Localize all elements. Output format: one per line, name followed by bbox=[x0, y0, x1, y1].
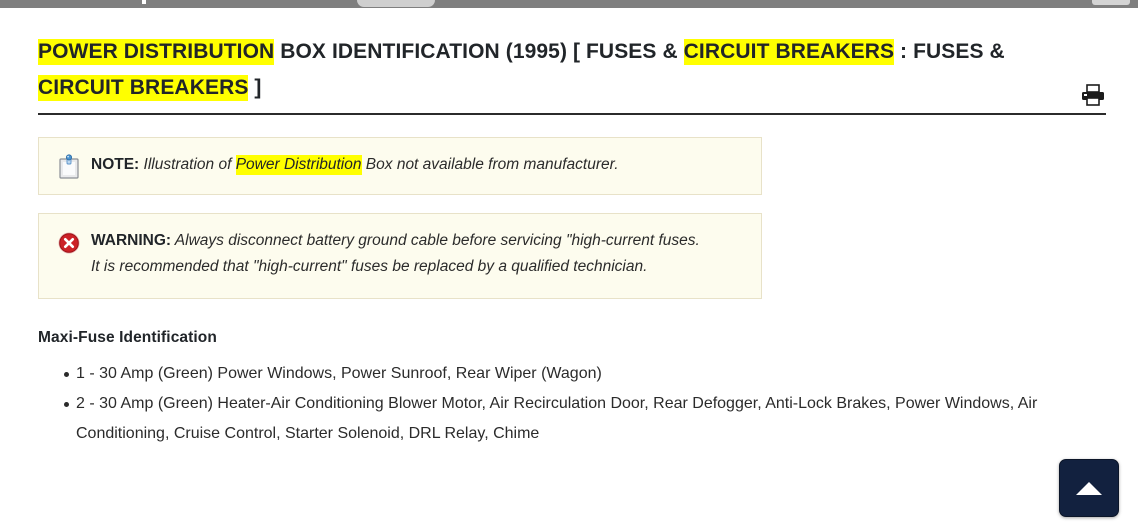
note-callout-inner: NOTE: Illustration of Power Distribution… bbox=[57, 152, 743, 180]
note-clipboard-icon bbox=[59, 154, 79, 179]
browser-chrome-bar bbox=[0, 0, 1138, 8]
browser-tab-notch bbox=[142, 0, 146, 4]
warning-text: WARNING: Always disconnect battery groun… bbox=[91, 228, 711, 280]
title-highlight-power-distribution: POWER DISTRIBUTION bbox=[38, 39, 275, 65]
title-text-3: ] bbox=[248, 76, 262, 99]
section-heading: Maxi-Fuse Identification bbox=[38, 329, 217, 346]
warning-callout-inner: WARNING: Always disconnect battery groun… bbox=[57, 228, 743, 280]
note-text-2: Box not available from manufacturer. bbox=[361, 156, 619, 173]
title-highlight-circuit-breakers-1: CIRCUIT BREAKERS bbox=[683, 39, 895, 65]
warning-label: WARNING: bbox=[91, 232, 172, 249]
note-text: NOTE: Illustration of Power Distribution… bbox=[91, 152, 619, 178]
page-title: POWER DISTRIBUTION BOX IDENTIFICATION (1… bbox=[38, 34, 1106, 106]
title-highlight-circuit-breakers-2: CIRCUIT BREAKERS bbox=[38, 75, 249, 101]
warning-callout: WARNING: Always disconnect battery groun… bbox=[38, 213, 762, 299]
note-text-1: Illustration of bbox=[139, 156, 236, 173]
content-wrapper: POWER DISTRIBUTION BOX IDENTIFICATION (1… bbox=[0, 8, 1138, 449]
list-item: 1 - 30 Amp (Green) Power Windows, Power … bbox=[64, 359, 1106, 389]
arrow-up-icon bbox=[1076, 481, 1102, 495]
warning-body: Always disconnect battery ground cable b… bbox=[91, 232, 700, 275]
note-highlight-power-distribution: Power Distribution bbox=[235, 155, 362, 175]
title-text-1: BOX IDENTIFICATION (1995) [ FUSES & bbox=[274, 40, 684, 63]
title-row: POWER DISTRIBUTION BOX IDENTIFICATION (1… bbox=[38, 8, 1106, 115]
warning-icon-wrapper bbox=[57, 230, 81, 256]
note-label: NOTE: bbox=[91, 156, 140, 173]
note-callout: NOTE: Illustration of Power Distribution… bbox=[38, 137, 762, 195]
print-button[interactable] bbox=[1080, 83, 1106, 107]
scroll-to-top-button[interactable] bbox=[1059, 459, 1119, 517]
error-circle-x-icon bbox=[58, 232, 80, 254]
browser-window-control-pill[interactable] bbox=[1092, 0, 1130, 5]
printer-icon bbox=[1082, 84, 1104, 106]
note-icon-wrapper bbox=[57, 154, 81, 180]
title-text-2: : FUSES & bbox=[894, 40, 1005, 63]
list-item: 2 - 30 Amp (Green) Heater-Air Conditioni… bbox=[64, 389, 1106, 449]
browser-address-pill[interactable] bbox=[357, 0, 435, 7]
title-divider bbox=[38, 113, 1106, 115]
document-page: POWER DISTRIBUTION BOX IDENTIFICATION (1… bbox=[0, 8, 1138, 532]
fuse-list: 1 - 30 Amp (Green) Power Windows, Power … bbox=[38, 359, 1106, 449]
